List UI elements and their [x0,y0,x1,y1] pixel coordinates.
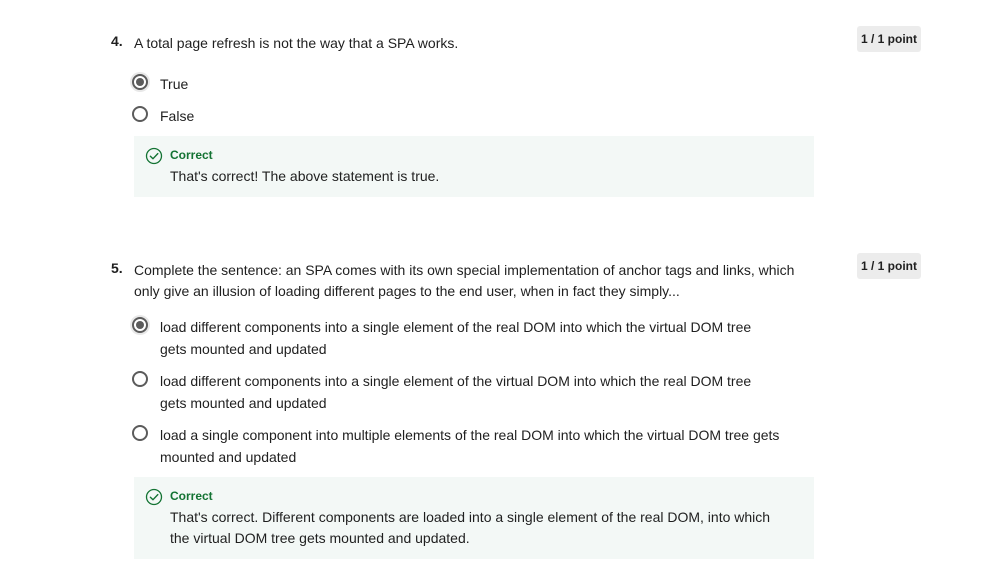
points-badge: 1 / 1 point [857,253,922,279]
option-label: True [160,76,189,92]
question-text: Complete the sentence: an SPA comes with… [134,262,795,299]
check-circle-icon [145,147,163,165]
option-label: load a single component into multiple el… [160,427,780,465]
option-label: load different components into a single … [160,319,752,357]
feedback-panel: Correct That's correct. Different compon… [134,477,814,559]
feedback-text: That's correct. Different components are… [170,509,771,546]
question-number: 4. [111,33,123,49]
check-circle-icon [145,488,163,506]
option-label: False [160,108,195,124]
radio-button[interactable] [132,371,148,387]
option-label: load different components into a single … [160,373,752,411]
radio-button[interactable] [132,106,148,122]
feedback-text: That's correct! The above statement is t… [170,168,440,184]
points-badge: 1 / 1 point [857,26,922,52]
question-text: A total page refresh is not the way that… [134,35,459,51]
feedback-title: Correct [170,148,213,162]
feedback-title: Correct [170,489,213,503]
question-number: 5. [111,260,123,276]
radio-button[interactable] [132,425,148,441]
feedback-panel: Correct That's correct! The above statem… [134,136,814,197]
radio-button-selected[interactable] [132,317,148,333]
radio-button-selected[interactable] [132,74,148,90]
